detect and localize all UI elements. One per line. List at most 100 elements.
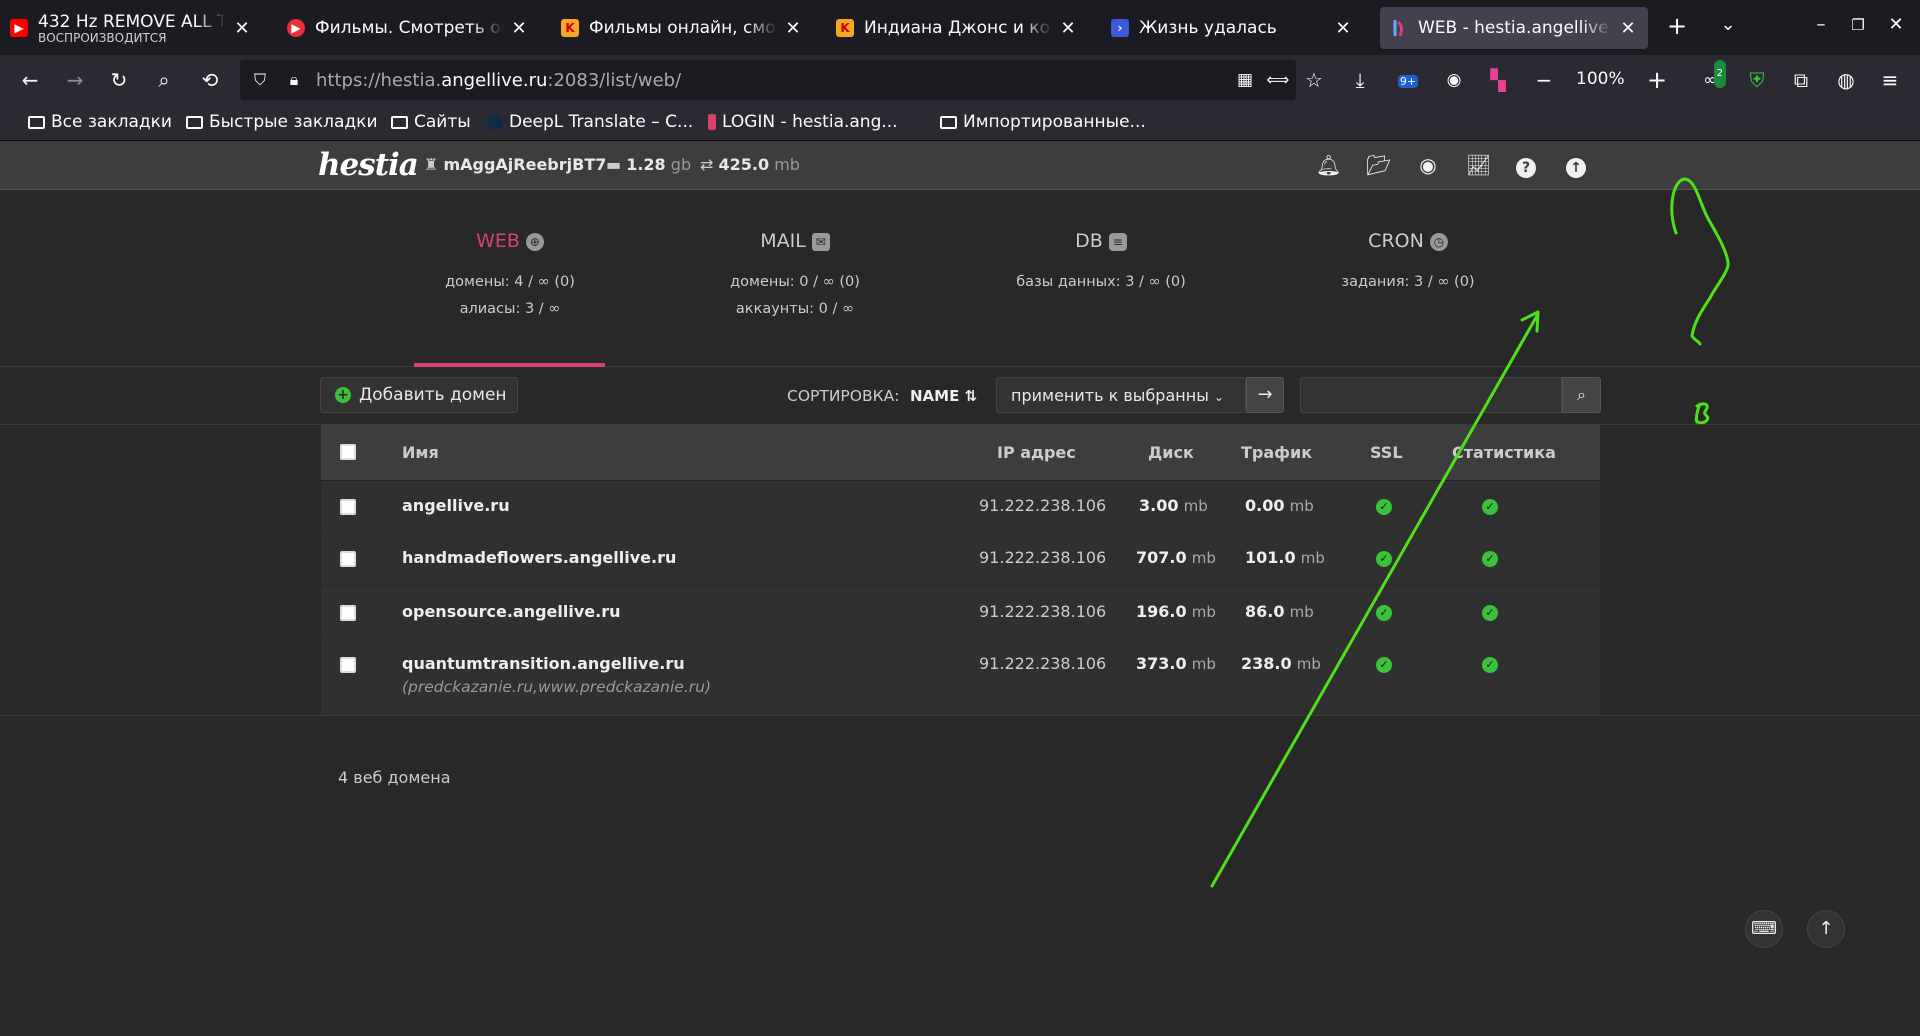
account-icon[interactable]: ◍: [1832, 66, 1860, 94]
table-header: Имя IP адрес Диск Трафик SSL Статистика: [321, 425, 1600, 481]
url-text[interactable]: https://hestia.angellive.ru:2083/list/we…: [316, 70, 681, 91]
ssl-check-icon: ✓: [1376, 657, 1392, 673]
domain-link[interactable]: opensource.angellive.ru: [402, 602, 620, 621]
browser-tab[interactable]: ▶ 432 Hz REMOVE ALL THE ВОСПРОИЗВОДИТСЯ …: [0, 7, 262, 49]
zoom-level[interactable]: 100%: [1576, 69, 1625, 89]
logout-icon[interactable]: ↑: [1564, 153, 1588, 178]
extensions-icon[interactable]: ⧉: [1787, 66, 1815, 94]
row-checkbox[interactable]: [340, 499, 356, 515]
bookmark-folder[interactable]: Сайты: [391, 112, 471, 132]
user-circle-icon[interactable]: ◉: [1416, 153, 1440, 177]
reader-extension-icon[interactable]: ∞ 2: [1696, 60, 1726, 94]
restore-icon[interactable]: ❐: [1843, 16, 1873, 34]
bulk-action-select[interactable]: применить к выбранны ⌄: [996, 377, 1246, 413]
close-tab-icon[interactable]: ✕: [232, 18, 252, 39]
browser-tab[interactable]: ▶ Фильмы. Смотреть онлай ✕: [277, 7, 539, 49]
zoom-out-icon[interactable]: −: [1530, 66, 1558, 94]
table-row[interactable]: handmadeflowers.angellive.ru 91.222.238.…: [321, 533, 1600, 585]
domains-table: Имя IP адрес Диск Трафик SSL Статистика …: [321, 425, 1600, 715]
chart-line-icon[interactable]: 📈︎: [1466, 153, 1491, 177]
menu-icon[interactable]: ≡: [1876, 66, 1904, 94]
keyboard-shortcuts-button[interactable]: ⌨: [1745, 910, 1783, 948]
shield-icon[interactable]: ⛉: [246, 66, 274, 94]
url-bar[interactable]: ⛉ 🔒︎ https://hestia.angellive.ru:2083/li…: [240, 60, 1323, 100]
apply-bulk-button[interactable]: →: [1246, 377, 1284, 413]
tab-db[interactable]: DB ≡ базы данных: 3 / ∞ (0): [951, 190, 1251, 367]
column-name[interactable]: Имя: [402, 443, 439, 462]
sort-alpha-icon: ⇅: [964, 387, 978, 405]
select-all-checkbox[interactable]: [340, 444, 356, 460]
close-tab-icon[interactable]: ✕: [1618, 18, 1638, 39]
row-checkbox[interactable]: [340, 657, 356, 673]
download-icon[interactable]: ⤓: [1346, 66, 1374, 94]
tab-web[interactable]: WEB ⊕ домены: 4 / ∞ (0) алиасы: 3 / ∞: [360, 190, 660, 367]
close-tab-icon[interactable]: ✕: [509, 18, 529, 39]
reload-icon[interactable]: ↻: [105, 66, 133, 94]
bookmarks-toolbar: Все закладки Быстрые закладки Сайты Deep…: [0, 105, 1920, 141]
table-divider: [0, 715, 1920, 716]
browser-tab[interactable]: › Жизнь удалась ✕: [1101, 7, 1363, 49]
folder-open-icon[interactable]: 📂︎: [1366, 153, 1391, 177]
zoom-in-icon[interactable]: +: [1643, 66, 1671, 94]
add-domain-button[interactable]: + Добавить домен: [320, 377, 518, 413]
sort-label: СОРТИРОВКА:: [787, 387, 900, 405]
minimize-icon[interactable]: –: [1806, 14, 1836, 35]
tab-cron[interactable]: CRON ◷ задания: 3 / ∞ (0): [1258, 190, 1558, 367]
new-tab-button[interactable]: +: [1662, 12, 1692, 40]
browser-tab[interactable]: K Фильмы онлайн, смотреть ✕: [551, 7, 813, 49]
back-icon[interactable]: ←: [16, 66, 44, 94]
scroll-top-button[interactable]: ↑: [1807, 910, 1845, 948]
bookmark-folder[interactable]: Импортированные...: [940, 112, 1146, 132]
list-toolbar: + Добавить домен СОРТИРОВКА: NAME ⇅ приме…: [0, 367, 1920, 425]
ip-address: 91.222.238.106: [979, 654, 1107, 673]
forward-icon[interactable]: →: [61, 66, 89, 94]
bookmark-star-icon[interactable]: ☆: [1300, 66, 1328, 94]
translate-icon[interactable]: ⟺: [1264, 66, 1292, 94]
bell-icon[interactable]: 🔔︎: [1316, 153, 1341, 177]
search-input[interactable]: [1300, 377, 1562, 413]
row-checkbox[interactable]: [340, 605, 356, 621]
table-row[interactable]: opensource.angellive.ru 91.222.238.106 1…: [321, 585, 1600, 637]
close-tab-icon[interactable]: ✕: [1333, 18, 1353, 39]
history-icon[interactable]: ⟲: [196, 66, 224, 94]
traffic-usage: 238.0 mb: [1241, 654, 1321, 673]
bookmark-item[interactable]: LOGIN - hestia.ang...: [708, 112, 898, 132]
browser-tab-active[interactable]: WEB - hestia.angellive.ru ✕: [1380, 7, 1648, 49]
browser-tab[interactable]: K Индиана Джонс и колесо ✕: [826, 7, 1088, 49]
domain-link[interactable]: quantumtransition.angellive.ru: [402, 654, 685, 673]
domain-link[interactable]: angellive.ru: [402, 496, 510, 515]
tab-mail[interactable]: MAIL ✉ домены: 0 / ∞ (0) аккаунты: 0 / ∞: [645, 190, 945, 367]
help-icon[interactable]: ?: [1514, 153, 1538, 178]
domain-link[interactable]: handmadeflowers.angellive.ru: [402, 548, 676, 567]
row-checkbox[interactable]: [340, 551, 356, 567]
arrow-up-icon: ↑: [1818, 918, 1834, 939]
search-icon[interactable]: ⌕: [150, 66, 178, 94]
traffic-usage: 86.0 mb: [1245, 602, 1314, 621]
table-row[interactable]: quantumtransition.angellive.ru (predckaz…: [321, 637, 1600, 715]
qr-grid-icon[interactable]: ▦: [1231, 66, 1259, 94]
keyboard-icon: ⌨: [1751, 918, 1777, 939]
bookmark-item[interactable]: DeepL Translate – С...: [487, 112, 693, 132]
search-icon: ⌕: [1577, 385, 1586, 404]
hestia-icon: [708, 114, 716, 130]
user-stat[interactable]: ♜ mAggAjReebrjBT7: [424, 155, 606, 174]
hestia-logo[interactable]: hestia: [318, 147, 419, 183]
list-tabs-icon[interactable]: ⌄: [1713, 14, 1743, 35]
sort-toggle[interactable]: NAME ⇅: [910, 387, 977, 405]
search-button[interactable]: ⌕: [1562, 377, 1601, 413]
extension-avatar-icon[interactable]: ◉: [1440, 66, 1468, 94]
addon-badge-icon[interactable]: 9+: [1394, 66, 1422, 94]
bookmark-folder[interactable]: Все закладки: [28, 112, 172, 132]
extension-grid-icon[interactable]: ▚: [1484, 66, 1512, 94]
close-window-icon[interactable]: ✕: [1881, 14, 1911, 35]
disk-stat: ▬ 1.28 gb: [606, 155, 692, 174]
close-tab-icon[interactable]: ✕: [1058, 18, 1078, 39]
disk-usage: 3.00 mb: [1139, 496, 1208, 515]
close-tab-icon[interactable]: ✕: [783, 18, 803, 39]
table-row[interactable]: angellive.ru 91.222.238.106 3.00 mb 0.00…: [321, 481, 1600, 533]
bookmark-folder[interactable]: Быстрые закладки: [186, 112, 378, 132]
adblock-shield-icon[interactable]: ⛨: [1743, 66, 1771, 94]
ssl-check-icon: ✓: [1376, 551, 1392, 567]
lock-icon[interactable]: 🔒︎: [280, 66, 308, 94]
stats-check-icon: ✓: [1482, 551, 1498, 567]
